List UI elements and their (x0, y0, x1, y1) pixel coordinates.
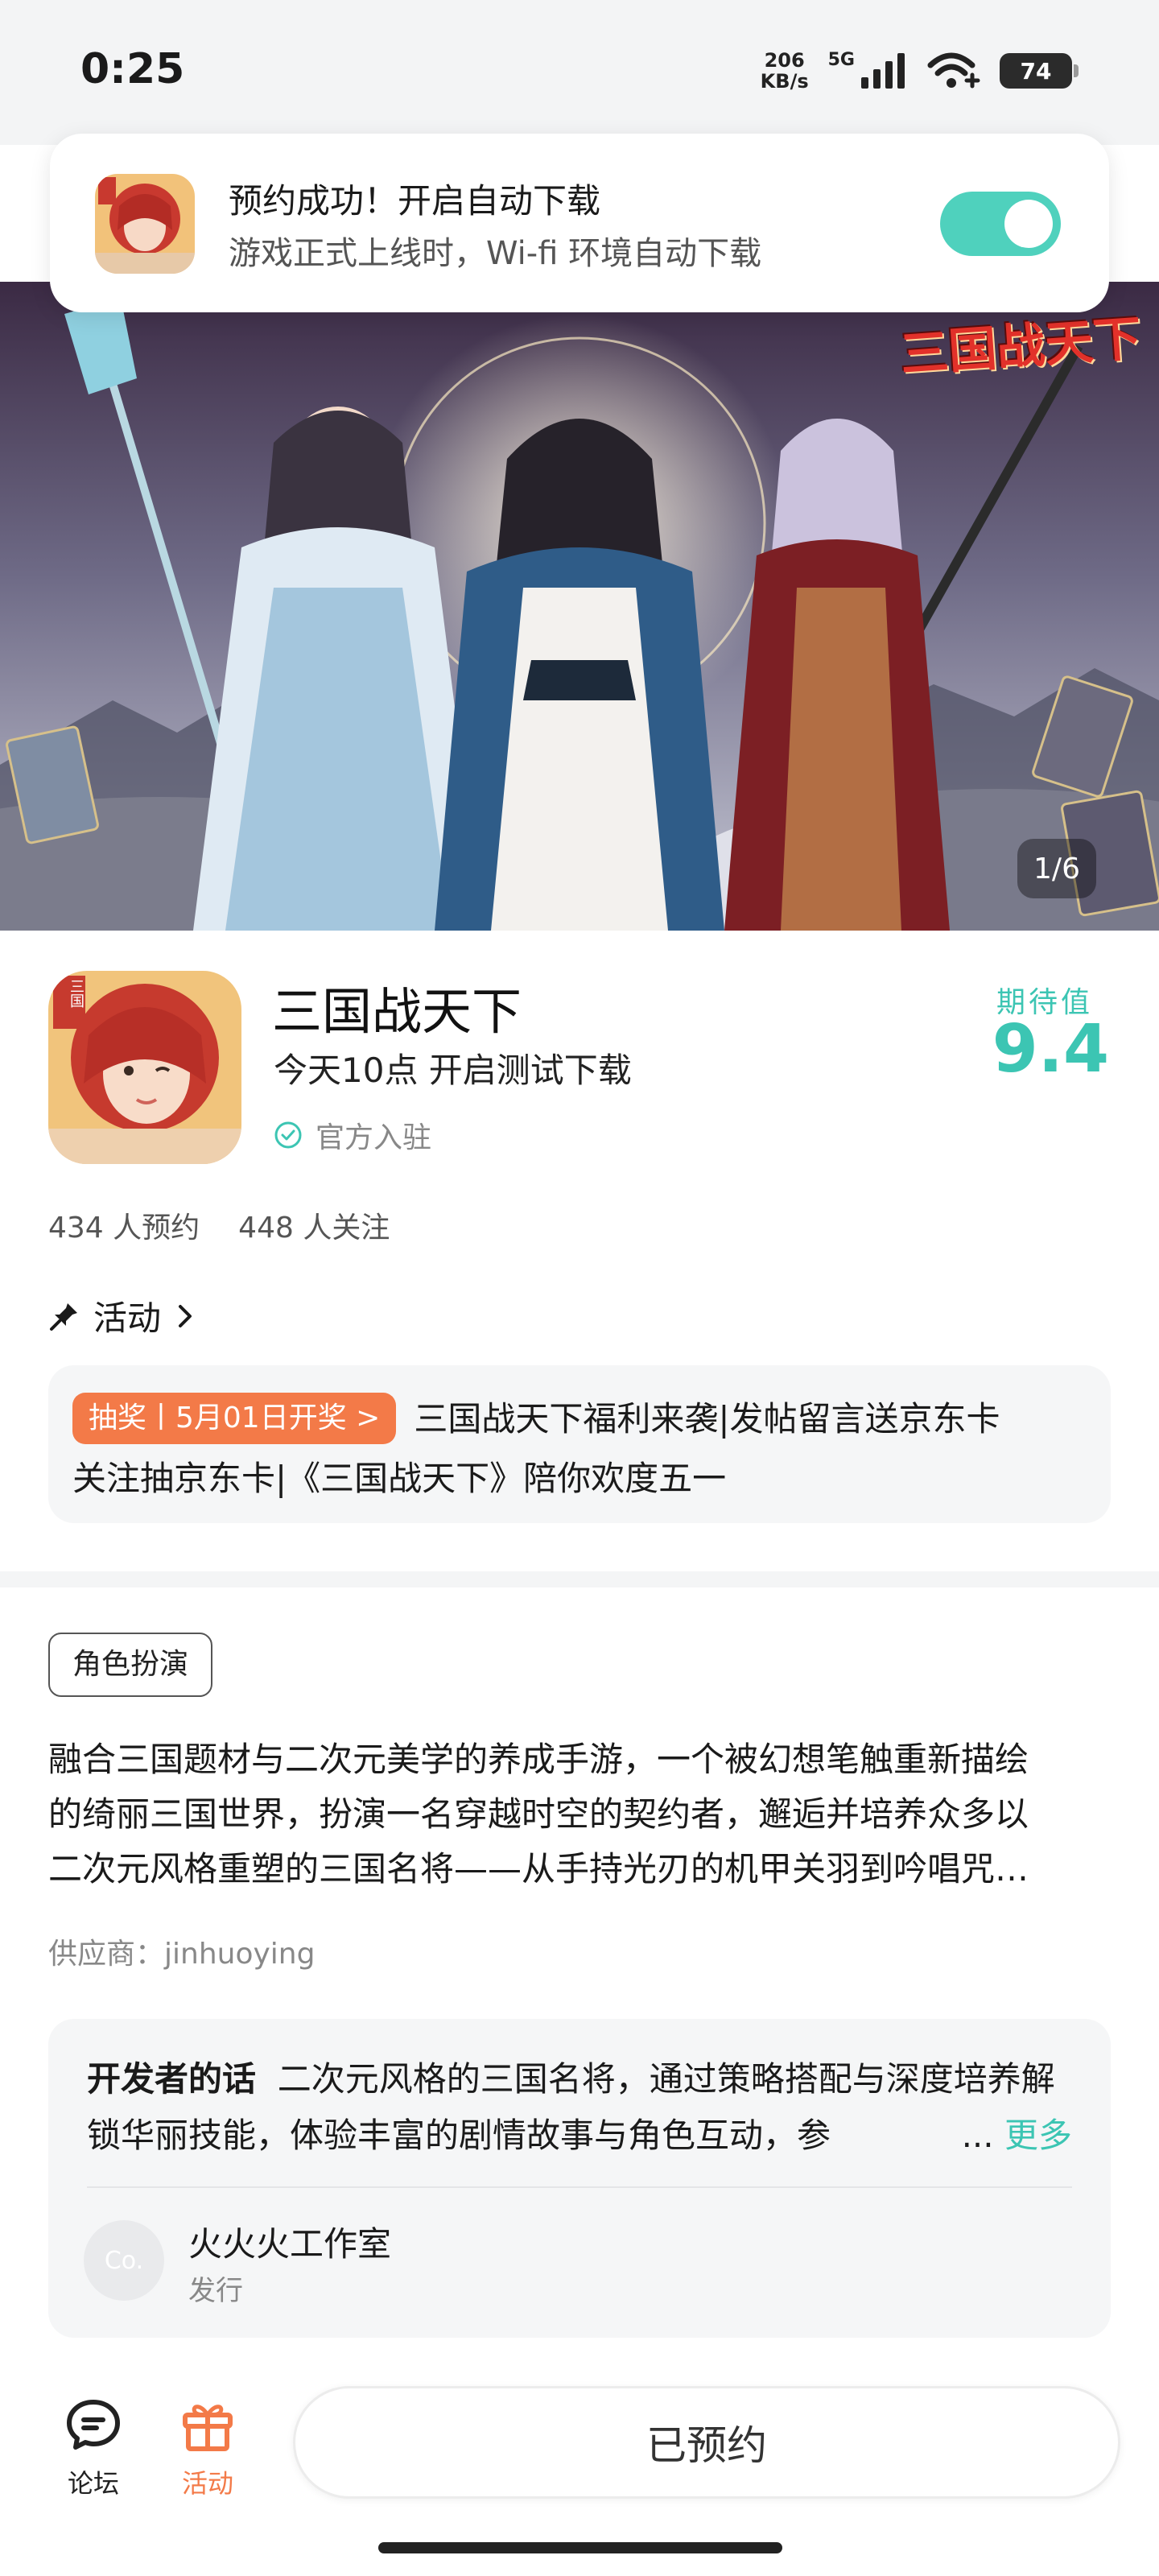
notification-subtitle: 游戏正式上线时，Wi-fi 环境自动下载 (229, 235, 762, 272)
check-circle-icon (274, 1121, 302, 1149)
developer-card-divider (87, 2186, 1072, 2188)
activity-line-1: 抽奖丨5月01日开奖 > 三国战天下福利来袭|发帖留言送京东卡 (72, 1389, 1087, 1449)
more-link-label: 更多 (1004, 2116, 1072, 2155)
game-description[interactable]: 融合三国题材与二次元美学的养成手游，一个被幻想笔触重新描绘 的绮丽三国世界，扮演… (48, 1732, 1111, 1897)
developer-words: 开发者的话 二次元风格的三国名将，通过策略搭配与深度培养解锁华丽技能，体验丰富的… (87, 2051, 1072, 2164)
app-icon-badge: 三国 (68, 979, 85, 1008)
studio-name[interactable]: 火火火工作室 (188, 2217, 391, 2266)
activity-section-header[interactable]: 活动 (48, 1291, 196, 1340)
forum-icon (67, 2400, 120, 2450)
auto-download-toggle[interactable] (940, 192, 1061, 256)
home-indicator[interactable] (378, 2542, 782, 2553)
reserved-button[interactable]: 已预约 (293, 2386, 1120, 2499)
description-line-2: 的绮丽三国世界，扮演一名穿越时空的契约者，邂逅并培养众多以 (48, 1794, 1029, 1834)
description-line-1: 融合三国题材与二次元美学的养成手游，一个被幻想笔触重新描绘 (48, 1740, 1029, 1779)
nav-forum[interactable]: 论坛 (45, 2394, 142, 2500)
genre-tag[interactable]: 角色扮演 (48, 1633, 213, 1697)
nav-activity[interactable]: 活动 (159, 2394, 256, 2500)
follower-count: 448 人关注 (238, 1212, 390, 1245)
gift-icon (183, 2405, 233, 2451)
banner-pager: 1/6 (1017, 839, 1096, 898)
activity-section-title: 活动 (93, 1298, 162, 1338)
app-icon: 三国 (48, 971, 241, 1164)
nav-forum-label: 论坛 (67, 2468, 119, 2499)
app-stats: 434 人预约 448 人关注 (48, 1204, 390, 1246)
notification-title: 预约成功！开启自动下载 (229, 181, 601, 221)
section-divider (0, 1571, 1159, 1587)
reservation-notification: 预约成功！开启自动下载 游戏正式上线时，Wi-fi 环境自动下载 (50, 134, 1109, 312)
activity-title-part1: 三国战天下福利来袭|发帖留言送京东卡 (414, 1399, 1000, 1439)
developer-more-link[interactable]: ... 更多 (956, 2107, 1072, 2164)
supplier-info: 供应商：jinhuoying (48, 1938, 316, 1971)
pin-icon (50, 1302, 77, 1331)
official-badge: 官方入驻 (274, 1114, 431, 1156)
developer-words-label: 开发者的话 (87, 2059, 257, 2099)
status-icons: 206 KB/s 5G 74 (760, 45, 1079, 97)
toggle-knob (1004, 200, 1053, 248)
expectation-score: 9.4 (992, 1011, 1109, 1088)
developer-card: 开发者的话 二次元风格的三国名将，通过策略搭配与深度培养解锁华丽技能，体验丰富的… (48, 2019, 1111, 2338)
chevron-right-icon (179, 1304, 192, 1327)
cellular-signal-icon (861, 53, 905, 89)
studio-role: 发行 (188, 2275, 243, 2307)
reservation-count: 434 人预约 (48, 1212, 200, 1245)
battery-indicator: 74 (1000, 53, 1079, 89)
description-line-3: 二次元风格重塑的三国名将——从手持光刃的机甲关羽到吟唱咒… (48, 1849, 1029, 1889)
network-speed: 206 KB/s (760, 49, 809, 93)
activity-line-2: 关注抽京东卡|《三国战天下》陪你欢度五一 (72, 1459, 727, 1498)
app-release-info: 今天10点 开启测试下载 (274, 1051, 632, 1090)
studio-avatar[interactable]: Co. (84, 2220, 164, 2301)
developer-ellipsis: ... (961, 2116, 994, 2155)
lottery-badge: 抽奖丨5月01日开奖 > (72, 1393, 397, 1444)
wifi-icon (927, 52, 980, 89)
activity-card[interactable]: 抽奖丨5月01日开奖 > 三国战天下福利来袭|发帖留言送京东卡 关注抽京东卡|《三… (48, 1365, 1111, 1523)
official-label: 官方入驻 (316, 1121, 432, 1154)
app-name: 三国战天下 (272, 982, 522, 1041)
status-time: 0:25 (80, 45, 185, 93)
network-type-label: 5G (827, 49, 855, 70)
notification-app-icon (95, 174, 195, 274)
nav-activity-label: 活动 (181, 2468, 233, 2499)
game-banner[interactable]: 三国战天下 1/6 (0, 282, 1159, 931)
status-bar: 0:25 206 KB/s 5G 74 (0, 0, 1159, 145)
